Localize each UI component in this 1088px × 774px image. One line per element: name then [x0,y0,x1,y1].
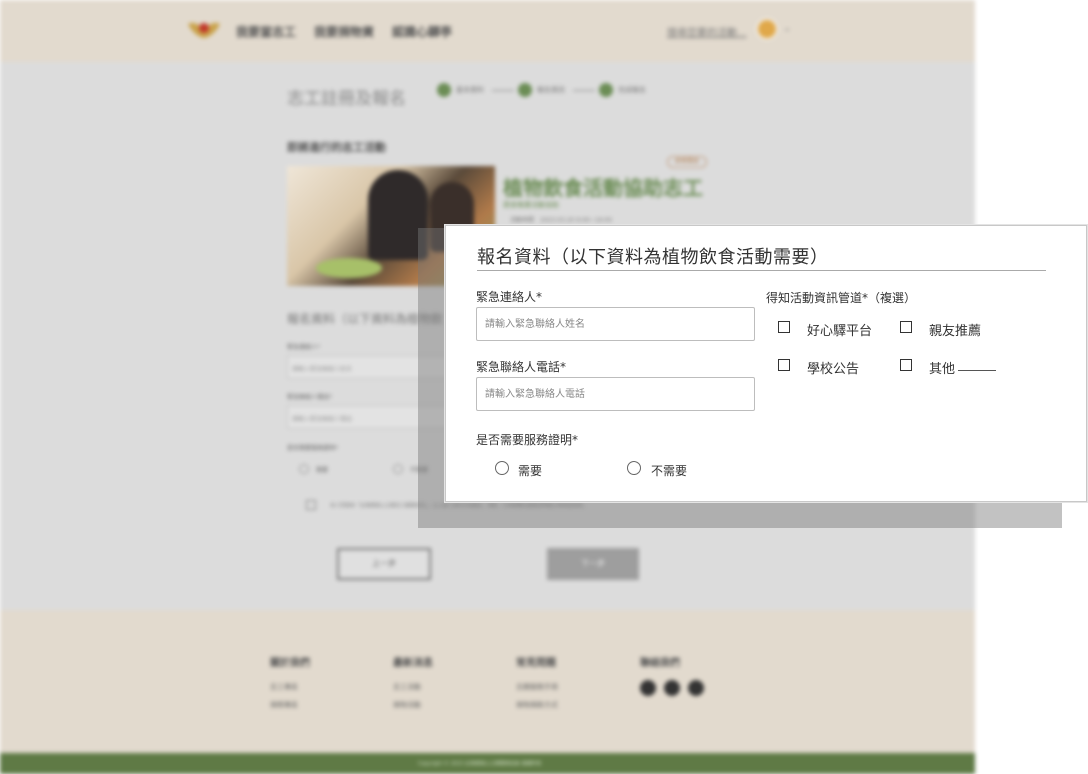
radio-need-bg[interactable] [299,464,309,474]
event-time: 活動時間 2023.03.20 9:00~16:00 [510,217,613,224]
emergency-contact-label: 緊急連絡人* [476,290,543,304]
checkbox-platform-label[interactable]: 好心驛平台 [807,320,872,339]
registration-form-card: 報名資料（以下資料為植物飲食活動需要） 緊急連絡人* 緊急聯絡人電話* 是否需要… [445,225,1087,502]
checkbox-other-label[interactable]: 其他 [929,358,955,377]
section-title: 即將進行的志工活動 [287,141,386,154]
footer-link[interactable]: 志願服務手冊 [516,682,558,692]
step-1-label: 基本資料 [456,86,484,94]
radio-need[interactable] [495,461,509,475]
facebook-icon[interactable] [640,680,656,696]
service-certificate-label: 是否需要服務證明* [476,433,579,447]
event-title: 植物飲食活動協助志工 [503,176,703,200]
checkbox-school[interactable] [778,359,790,371]
step-divider [492,90,514,91]
radio-label: 需要 [316,467,329,474]
status-badge: 即將開放 [667,156,707,168]
footer-link[interactable]: 捐物活動 [393,700,421,710]
site-footer [0,610,975,753]
field-label: 緊急連絡人* [287,344,321,351]
checkbox-platform[interactable] [778,321,790,333]
step-divider [573,90,595,91]
step-2-icon [518,83,532,97]
nav-about[interactable]: 認識心驛亭 [392,23,452,40]
info-source-label: 得知活動資訊管道*（複選） [766,291,917,305]
chevron-down-icon[interactable]: ⌄ [783,23,791,34]
page-title: 志工註冊及報名 [287,89,406,109]
copyright-text: Copyright © 2023 台灣環境心之驛關懷協會 版權所有 [418,761,542,767]
step-3-icon [599,83,613,97]
checkbox-other[interactable] [900,359,912,371]
footer-link[interactable]: 志工專區 [270,682,298,692]
footer-heading: 關於我們 [270,658,310,669]
event-subtitle: 蔬食推廣活動協助 [503,201,559,209]
search-link[interactable]: 搜尋您要的活動... [667,24,747,39]
radio-need-label[interactable]: 需要 [518,462,542,479]
agree-checkbox[interactable] [306,500,316,510]
event-photo-detail [316,258,382,278]
next-button[interactable]: 下一步 [547,548,639,580]
checkbox-friends-label[interactable]: 親友推薦 [929,320,981,339]
instagram-icon[interactable] [664,680,680,696]
nav-donate[interactable]: 我要捐物資 [314,23,374,40]
other-text-blank[interactable] [958,370,996,371]
emergency-phone-label: 緊急聯絡人電話* [476,360,567,374]
footer-heading: 常見問題 [516,658,556,669]
footer-link[interactable]: 捐物捐款方式 [516,700,558,710]
footer-link[interactable]: 志工活動 [393,682,421,692]
step-3-label: 完成報名 [618,86,646,94]
footer-heading: 最新消息 [393,658,433,669]
radio-no-need-bg[interactable] [393,464,403,474]
footer-link[interactable]: 捐贈專區 [270,700,298,710]
emergency-phone-input[interactable] [476,377,755,411]
form-card-title: 報名資料（以下資料為植物飲食活動需要） [477,247,829,268]
footer-heading: 聯絡我們 [640,658,680,669]
checkbox-school-label[interactable]: 學校公告 [807,358,859,377]
field-label: 緊急聯絡人電話* [287,394,333,401]
line-icon[interactable] [688,680,704,696]
avatar[interactable] [756,18,778,40]
step-1-icon [437,83,451,97]
radio-no-need[interactable] [627,461,641,475]
prev-button[interactable]: 上一步 [337,548,431,580]
emergency-contact-input[interactable] [476,307,755,341]
step-2-label: 報名資訊 [537,86,565,94]
field-label: 是否需要服務證明* [287,445,339,452]
title-divider [477,270,1046,271]
logo-icon [188,22,220,38]
nav-volunteer[interactable]: 我要當志工 [236,23,296,40]
radio-no-need-label[interactable]: 不需要 [651,462,687,479]
site-header [0,0,975,62]
checkbox-friends[interactable] [900,321,912,333]
